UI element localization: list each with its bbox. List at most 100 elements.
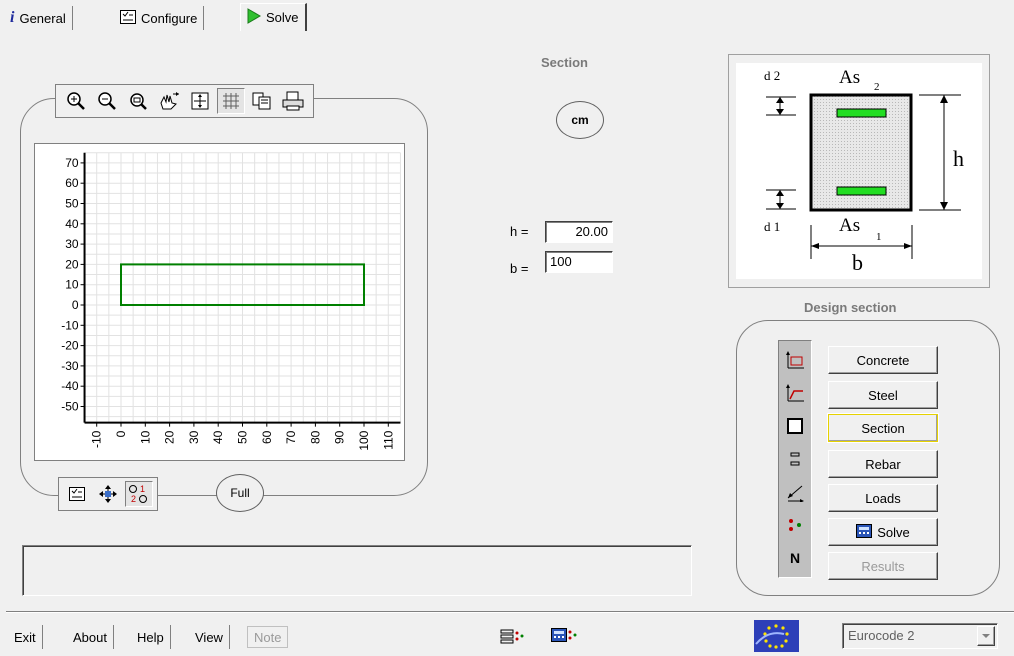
- zoom-out-icon[interactable]: [93, 88, 121, 114]
- y-tick-label: 50: [65, 197, 79, 211]
- y-tick-label: 0: [72, 298, 79, 312]
- y-tick-label: -30: [61, 359, 79, 373]
- zoom-fit-icon[interactable]: [124, 88, 152, 114]
- h-input[interactable]: 20.00: [545, 221, 613, 243]
- x-tick-label: 100: [357, 430, 371, 450]
- status-calc-icon[interactable]: [551, 627, 577, 646]
- d1-label: d 1: [764, 219, 780, 234]
- rebar-icon[interactable]: [780, 442, 810, 475]
- numbering-icon[interactable]: 12: [125, 481, 153, 507]
- results-button[interactable]: Results: [828, 552, 938, 580]
- exit-button[interactable]: Exit: [8, 625, 43, 649]
- svg-text:1: 1: [140, 484, 145, 494]
- tab-configure-label: Configure: [141, 10, 198, 26]
- tab-solve-label: Solve: [266, 10, 299, 25]
- h-dim-label: h: [953, 146, 964, 171]
- y-tick-label: -10: [61, 318, 79, 332]
- x-tick-label: 110: [381, 430, 395, 449]
- as2-sub: 2: [874, 81, 880, 93]
- properties-icon[interactable]: [63, 481, 91, 507]
- x-tick-label: 90: [333, 430, 347, 444]
- svg-text:2: 2: [131, 494, 136, 504]
- y-tick-label: 40: [65, 217, 79, 231]
- x-tick-label: 10: [138, 430, 152, 444]
- solve-button-label: Solve: [877, 524, 910, 540]
- print-icon[interactable]: [279, 88, 307, 114]
- code-select-value: Eurocode 2: [848, 628, 915, 643]
- top-rebar: [836, 108, 887, 118]
- rebar-button[interactable]: Rebar: [828, 450, 938, 478]
- about-button[interactable]: About: [67, 625, 114, 649]
- move-icon[interactable]: [94, 481, 122, 507]
- design-section-title: Design section: [804, 300, 897, 315]
- x-tick-label: 70: [284, 430, 298, 444]
- section-square-icon[interactable]: [780, 409, 810, 442]
- tab-general[interactable]: i General: [4, 6, 73, 30]
- x-tick-label: -10: [90, 430, 104, 448]
- section-plot: 706050403020100-10-20-30-40-50-10 0 10 20 30…: [61, 152, 401, 451]
- concrete-curve-icon[interactable]: [780, 343, 810, 376]
- x-tick-label: 0: [114, 430, 128, 437]
- x-tick-label: 80: [308, 430, 322, 444]
- section-diagram: d 2 As 2 d 1 As 1 h b: [736, 63, 982, 279]
- bottom-rebar: [836, 186, 887, 196]
- as1-label: As: [839, 215, 860, 236]
- x-tick-label: 40: [211, 430, 225, 444]
- x-tick-label: 60: [260, 430, 274, 444]
- tab-configure[interactable]: Configure: [114, 6, 205, 30]
- loads-button[interactable]: Loads: [828, 484, 938, 512]
- design-side-toolbar: N: [778, 340, 812, 578]
- plot-area[interactable]: 70 60 50 40 30 20 10 0 -10 -20 -30 -40 -50 -10 0 10 20 30…: [34, 143, 405, 461]
- code-select-dropdown[interactable]: [977, 626, 995, 646]
- chevron-down-icon: [982, 633, 990, 638]
- grid-icon[interactable]: [217, 88, 245, 114]
- normal-force-icon[interactable]: N: [780, 541, 810, 574]
- plot-bottom-toolbar: 12: [58, 477, 158, 511]
- full-button[interactable]: Full: [216, 474, 264, 512]
- tab-general-label: General: [19, 10, 66, 26]
- help-button[interactable]: Help: [131, 625, 171, 649]
- calculator-icon: [856, 523, 873, 541]
- steel-button[interactable]: Steel: [828, 381, 938, 409]
- pan-hand-icon[interactable]: [155, 88, 183, 114]
- play-icon: [247, 8, 261, 27]
- solve-button[interactable]: Solve: [828, 518, 938, 546]
- b-label: b =: [510, 261, 529, 276]
- x-tick-label: 50: [236, 430, 250, 444]
- y-tick-label: -20: [61, 339, 79, 353]
- unit-button[interactable]: cm: [556, 101, 604, 139]
- status-list-icon[interactable]: [500, 628, 524, 647]
- view-button[interactable]: View: [189, 625, 230, 649]
- tab-solve[interactable]: Solve: [240, 3, 307, 31]
- as1-sub: 1: [876, 231, 882, 243]
- message-box: [22, 545, 692, 596]
- tab-bar: i General Configure Solve: [0, 0, 1014, 34]
- b-input[interactable]: 100: [545, 251, 613, 273]
- code-select[interactable]: Eurocode 2: [842, 623, 998, 649]
- y-tick-label: 20: [65, 257, 79, 271]
- checklist-icon: [120, 9, 136, 27]
- plot-toolbar: [55, 84, 314, 118]
- y-tick-label: -50: [61, 400, 79, 414]
- d2-label: d 2: [764, 68, 780, 83]
- as2-label: As: [839, 67, 860, 88]
- y-tick-label: 70: [65, 156, 79, 170]
- x-tick-label: 30: [187, 430, 201, 444]
- section-title: Section: [541, 55, 588, 70]
- loads-icon[interactable]: [780, 475, 810, 508]
- steel-curve-icon[interactable]: [780, 376, 810, 409]
- b-dim-label: b: [852, 250, 863, 275]
- note-button[interactable]: Note: [247, 626, 289, 648]
- concrete-button[interactable]: Concrete: [828, 346, 938, 374]
- solve-dots-icon[interactable]: [780, 508, 810, 541]
- y-tick-label: 10: [65, 278, 79, 292]
- section-diagram-frame: d 2 As 2 d 1 As 1 h b: [728, 54, 990, 288]
- eu-flag-icon: [754, 620, 799, 652]
- bottom-separator: [6, 611, 1014, 613]
- section-button[interactable]: Section: [827, 413, 939, 443]
- zoom-in-icon[interactable]: [62, 88, 90, 114]
- x-tick-label: 20: [163, 430, 177, 444]
- copy-icon[interactable]: [248, 88, 276, 114]
- y-tick-label: 30: [65, 237, 79, 251]
- extents-icon[interactable]: [186, 88, 214, 114]
